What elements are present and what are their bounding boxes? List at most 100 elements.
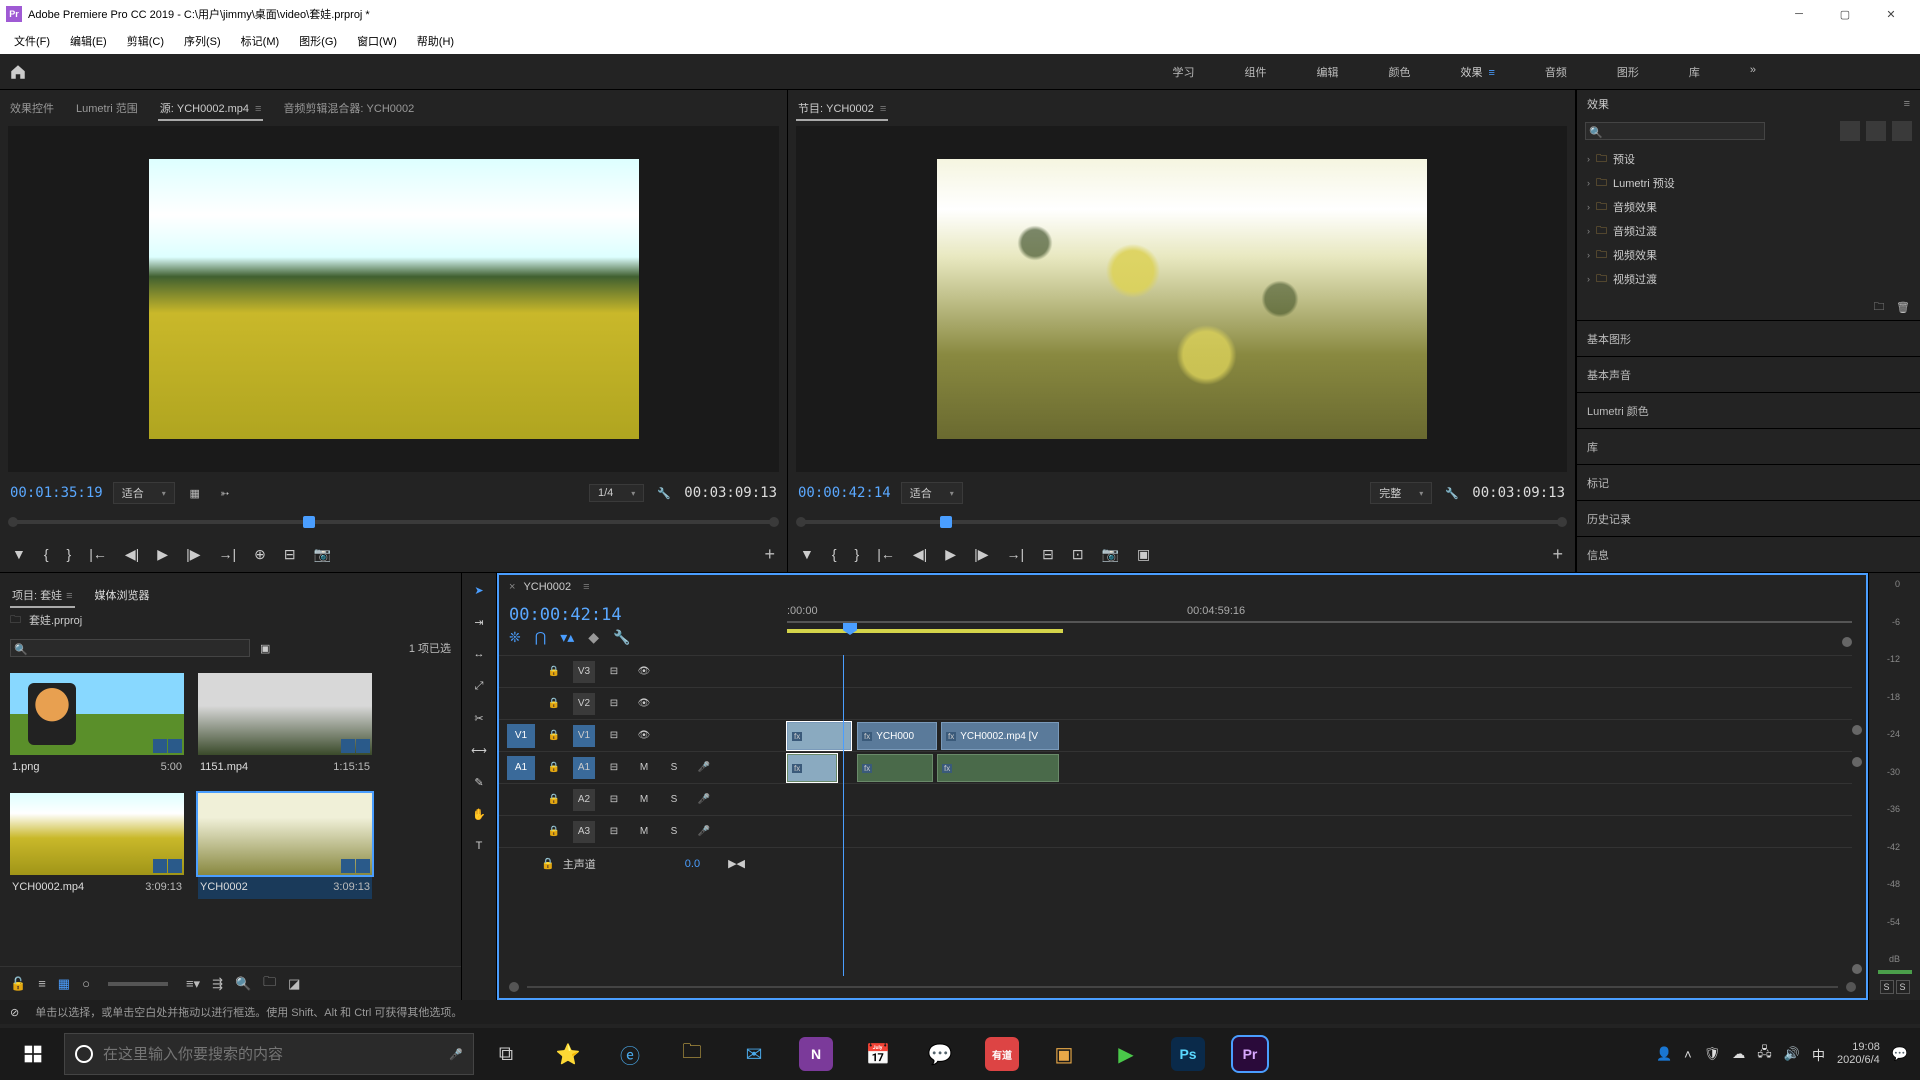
- track-a2[interactable]: [787, 783, 1852, 815]
- menu-window[interactable]: 窗口(W): [349, 31, 405, 51]
- menu-graphics[interactable]: 图形(G): [291, 31, 345, 51]
- source-play-icon[interactable]: ▶: [157, 546, 168, 563]
- effects-filter-2[interactable]: [1866, 121, 1886, 141]
- timeline-ruler[interactable]: :00:00 00:04:59:16: [787, 599, 1852, 655]
- taskbar-wechat-icon[interactable]: 💬: [910, 1030, 970, 1078]
- tray-onedrive-icon[interactable]: ☁: [1732, 1046, 1745, 1062]
- track-a3[interactable]: [787, 815, 1852, 847]
- panel-markers[interactable]: 标记: [1577, 464, 1920, 500]
- tab-audio-clip-mixer[interactable]: 音频剪辑混合器: YCH0002: [281, 96, 416, 120]
- add-marker-icon[interactable]: ◆: [588, 629, 599, 646]
- program-compare-icon[interactable]: ▣: [1137, 546, 1150, 563]
- program-step-back-icon[interactable]: ◀|: [913, 546, 927, 563]
- video-clip[interactable]: fxYCH0002.mp4 [V: [941, 722, 1059, 750]
- taskbar-explorer-icon[interactable]: 🗀: [662, 1030, 722, 1078]
- source-step-back-icon[interactable]: ◀|: [125, 546, 139, 563]
- taskbar-edge-icon[interactable]: ⓔ: [600, 1030, 660, 1078]
- track-head-a2[interactable]: 🔒A2⊟MS🎤: [499, 783, 787, 815]
- track-head-v1[interactable]: V1🔒V1⊟👁: [499, 719, 787, 751]
- source-step-fwd-icon[interactable]: |▶: [186, 546, 200, 563]
- track-head-a1[interactable]: A1🔒A1⊟MS🎤: [499, 751, 787, 783]
- source-goto-in-icon[interactable]: |←: [89, 546, 107, 562]
- taskbar-premiere-icon[interactable]: Pr: [1220, 1030, 1280, 1078]
- effects-folder-audio-fx[interactable]: ›🗀音频效果: [1585, 195, 1912, 219]
- project-search-input[interactable]: [10, 639, 250, 657]
- linked-selection-icon[interactable]: ⋂: [535, 629, 546, 646]
- notifications-icon[interactable]: 💬: [1892, 1046, 1908, 1062]
- taskbar-search-input[interactable]: [103, 1046, 439, 1063]
- panel-history[interactable]: 历史记录: [1577, 500, 1920, 536]
- program-resolution-dropdown[interactable]: 完整▾: [1370, 482, 1432, 504]
- hand-tool[interactable]: ✋: [468, 803, 490, 825]
- find-icon[interactable]: 🔍: [235, 976, 251, 992]
- timeline-zoom-scroll[interactable]: [499, 976, 1866, 998]
- ripple-tool[interactable]: ↔: [468, 643, 490, 665]
- source-overwrite-icon[interactable]: ⊟: [284, 546, 296, 563]
- menu-clip[interactable]: 剪辑(C): [119, 31, 172, 51]
- tab-media-browser[interactable]: 媒体浏览器: [93, 583, 152, 607]
- source-config-icon[interactable]: 🔧: [654, 484, 674, 502]
- panel-libraries[interactable]: 库: [1577, 428, 1920, 464]
- program-export-frame-icon[interactable]: 📷: [1102, 546, 1119, 563]
- settings-icon[interactable]: 🔧: [613, 629, 630, 646]
- project-item[interactable]: 1151.mp41:15:15: [198, 673, 372, 779]
- project-item[interactable]: YCH00023:09:13: [198, 793, 372, 899]
- taskbar-star-icon[interactable]: ⭐: [538, 1030, 598, 1078]
- audio-clip[interactable]: fx: [787, 754, 837, 782]
- program-fit-dropdown[interactable]: 适合▾: [901, 482, 963, 504]
- home-button[interactable]: [0, 63, 36, 81]
- playhead[interactable]: [843, 623, 857, 635]
- taskbar-clock[interactable]: 19:08 2020/6/4: [1837, 1041, 1880, 1067]
- source-export-frame-icon[interactable]: 📷: [314, 546, 331, 563]
- taskbar-vm-icon[interactable]: ▣: [1034, 1030, 1094, 1078]
- source-fit-dropdown[interactable]: 适合▾: [113, 482, 175, 504]
- new-item-icon[interactable]: ◪: [288, 976, 300, 992]
- program-in-icon[interactable]: {: [832, 546, 837, 562]
- program-timecode[interactable]: 00:00:42:14: [798, 485, 891, 501]
- audio-clip[interactable]: fx: [937, 754, 1059, 782]
- effects-menu-icon[interactable]: ≡: [1904, 98, 1910, 110]
- program-monitor[interactable]: [796, 126, 1567, 472]
- taskbar-onenote-icon[interactable]: N: [786, 1030, 846, 1078]
- workspace-graphics[interactable]: 图形: [1613, 60, 1643, 84]
- source-out-icon[interactable]: }: [67, 546, 72, 562]
- source-timecode[interactable]: 00:01:35:19: [10, 485, 103, 501]
- tab-lumetri-scopes[interactable]: Lumetri 范围: [74, 96, 140, 120]
- project-item[interactable]: 1.png5:00: [10, 673, 184, 779]
- menu-sequence[interactable]: 序列(S): [176, 31, 229, 51]
- new-bin-icon[interactable]: 🗀: [1870, 299, 1888, 317]
- type-tool[interactable]: T: [468, 835, 490, 857]
- maximize-button[interactable]: ▢: [1822, 0, 1868, 28]
- markers-icon[interactable]: ▾▴: [560, 629, 574, 646]
- program-goto-out-icon[interactable]: →|: [1006, 546, 1024, 562]
- taskbar-calendar-icon[interactable]: 📅: [848, 1030, 908, 1078]
- effects-folder-video-fx[interactable]: ›🗀视频效果: [1585, 243, 1912, 267]
- video-clip[interactable]: fx: [787, 722, 851, 750]
- automate-icon[interactable]: ⇶: [212, 976, 223, 992]
- minimize-button[interactable]: ─: [1776, 0, 1822, 28]
- track-v2[interactable]: [787, 687, 1852, 719]
- source-monitor[interactable]: [8, 126, 779, 472]
- selection-tool[interactable]: ➤: [468, 579, 490, 601]
- mic-icon[interactable]: 🎤: [449, 1048, 463, 1061]
- sequence-name[interactable]: YCH0002: [523, 581, 571, 593]
- track-v3[interactable]: [787, 655, 1852, 687]
- source-goto-out-icon[interactable]: →|: [218, 546, 236, 562]
- workspace-editing[interactable]: 编辑: [1312, 60, 1342, 84]
- track-head-a3[interactable]: 🔒A3⊟MS🎤: [499, 815, 787, 847]
- tray-volume-icon[interactable]: 🔊: [1784, 1046, 1800, 1062]
- slip-tool[interactable]: ⟷: [468, 739, 490, 761]
- effects-folder-lumetri[interactable]: ›🗀Lumetri 预设: [1585, 171, 1912, 195]
- track-a1[interactable]: fxfxfx: [787, 751, 1852, 783]
- menu-help[interactable]: 帮助(H): [409, 31, 462, 51]
- source-marker-icon[interactable]: ▼: [12, 546, 26, 562]
- panel-essential-sound[interactable]: 基本声音: [1577, 356, 1920, 392]
- track-head-v2[interactable]: 🔒V2⊟👁: [499, 687, 787, 719]
- icon-view-icon[interactable]: ▦: [58, 976, 70, 992]
- program-out-icon[interactable]: }: [855, 546, 860, 562]
- razor-tool[interactable]: ✂: [468, 707, 490, 729]
- tray-up-icon[interactable]: ˄: [1684, 1047, 1692, 1062]
- effects-search-input[interactable]: [1585, 122, 1765, 140]
- program-add-button[interactable]: +: [1552, 544, 1563, 565]
- taskbar-youdao-icon[interactable]: 有道: [972, 1030, 1032, 1078]
